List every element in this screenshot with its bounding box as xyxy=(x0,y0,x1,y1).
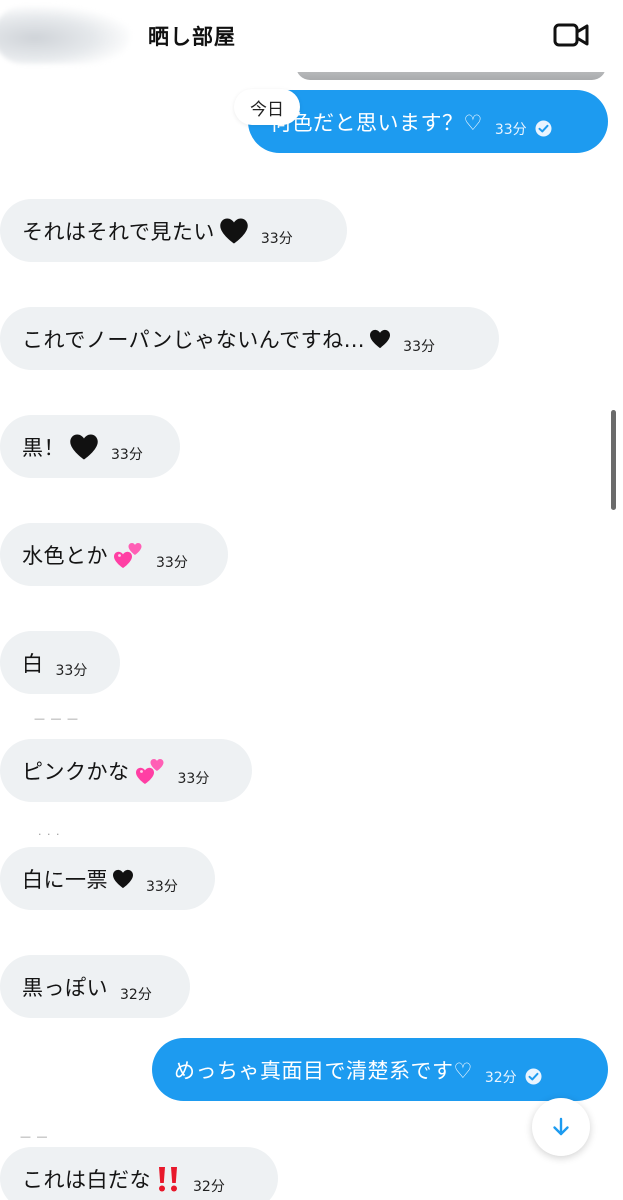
message-text: それはそれで見たい xyxy=(22,219,215,244)
video-camera-icon[interactable] xyxy=(552,20,590,50)
check-circle-icon xyxy=(535,120,552,137)
outgoing-message[interactable]: めっちゃ真面目で清楚系です♡ 32分 xyxy=(152,1038,608,1101)
small-black-heart-icon xyxy=(370,329,391,348)
incoming-message[interactable]: 水色とか 33分 xyxy=(0,523,228,586)
message-time: 33分 xyxy=(403,338,435,355)
incoming-message[interactable]: 黒っぽい 32分 xyxy=(0,955,190,1018)
two-hearts-icon xyxy=(114,542,142,568)
avatar[interactable] xyxy=(0,6,130,64)
double-exclamation-icon xyxy=(159,1166,177,1191)
outgoing-message[interactable]: 何色だと思います？♡ 33分 xyxy=(248,90,608,153)
message-text: 白 xyxy=(22,651,44,676)
message-time: 33分 xyxy=(177,770,210,787)
message-time: 33分 xyxy=(260,230,293,247)
message-text: 何色だと思います？♡ xyxy=(270,110,483,135)
date-divider: 今日 xyxy=(234,89,300,125)
message-text: ピンクかな xyxy=(22,759,130,784)
message-text: 黒っぽい xyxy=(22,975,108,1000)
message-text: 白に一票 xyxy=(22,867,108,892)
black-heart-icon xyxy=(220,218,248,243)
chat-header: 晒し部屋 xyxy=(0,0,623,72)
check-circle-icon xyxy=(525,1068,542,1085)
incoming-message[interactable]: ピンクかな 33分 xyxy=(0,739,252,802)
incoming-message[interactable]: これでノーパンじゃないんですね… 33分 xyxy=(0,307,499,370)
message-time: 33分 xyxy=(156,554,188,571)
message-text: 黒！ xyxy=(22,435,65,460)
message-time: 33分 xyxy=(494,121,527,138)
page-title[interactable]: 晒し部屋 xyxy=(148,21,236,51)
black-heart-icon xyxy=(70,434,98,459)
two-hearts-icon xyxy=(135,758,163,784)
message-time: 33分 xyxy=(146,878,178,895)
incoming-message[interactable]: 白 33分 xyxy=(0,631,120,694)
small-black-heart-icon xyxy=(113,869,133,888)
incoming-message[interactable]: これは白だな 32分 xyxy=(0,1147,278,1200)
message-list[interactable]: 今日 何色だと思います？♡ 33分 それはそれで見たい 33分 これでノーパンじ… xyxy=(0,72,623,1200)
scroll-to-bottom-button[interactable] xyxy=(532,1098,590,1156)
scrollbar-thumb[interactable] xyxy=(611,410,616,510)
faded-text: · · · xyxy=(38,828,61,841)
incoming-message[interactable]: 黒！ 33分 xyxy=(0,415,180,478)
incoming-message[interactable]: それはそれで見たい 33分 xyxy=(0,199,347,262)
message-text: これは白だな xyxy=(22,1167,151,1192)
message-time: 33分 xyxy=(55,662,88,679)
message-time: 33分 xyxy=(111,446,143,463)
message-time: 32分 xyxy=(120,986,152,1003)
message-text: めっちゃ真面目で清楚系です♡ xyxy=(174,1058,473,1083)
faded-text: — — — xyxy=(34,712,79,725)
faded-text: — — xyxy=(20,1130,49,1143)
message-text: 水色とか xyxy=(22,543,108,568)
message-text: これでノーパンじゃないんですね… xyxy=(22,327,366,352)
message-time: 32分 xyxy=(484,1069,517,1086)
incoming-message[interactable]: 白に一票 33分 xyxy=(0,847,215,910)
arrow-down-icon xyxy=(553,1117,569,1136)
message-time: 32分 xyxy=(193,1178,225,1195)
